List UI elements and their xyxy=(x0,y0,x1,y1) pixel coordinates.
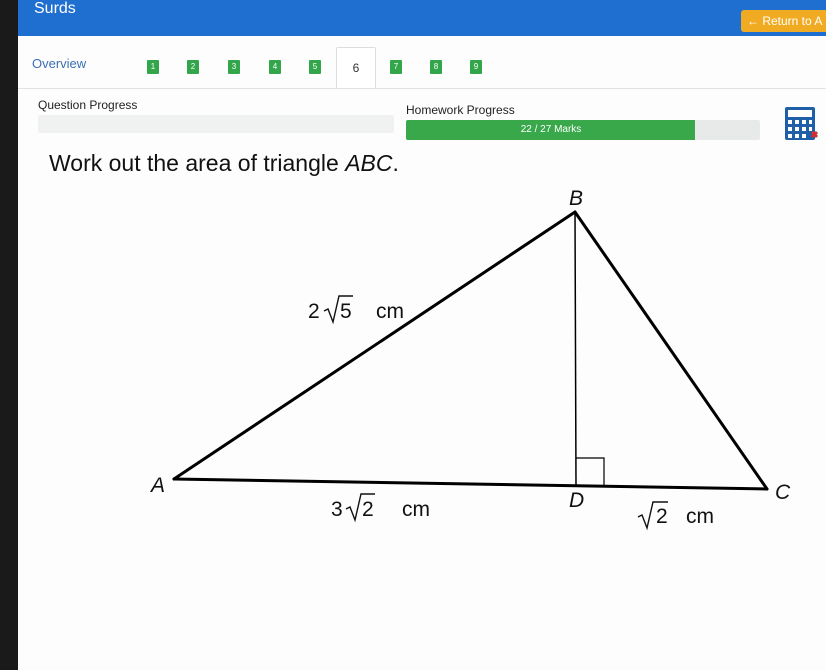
label-ad-radicand: 2 xyxy=(362,498,374,521)
label-ad: 3 2 cm xyxy=(331,493,430,523)
altitude-bd xyxy=(574,211,577,487)
side-ab xyxy=(172,210,577,481)
side-bc xyxy=(573,210,769,491)
side-ac xyxy=(172,477,769,491)
vertex-label-b: B xyxy=(569,187,583,210)
screen: Surds ← Return to A Overview 1 2 3 4 5 6… xyxy=(18,0,826,670)
label-ab-coefficient: 2 xyxy=(308,300,320,323)
triangle-diagram: A B C D 2 5 cm 3 2 cm 2 cm xyxy=(149,187,791,531)
right-angle-marker xyxy=(576,457,605,486)
label-dc-radicand: 2 xyxy=(656,505,668,528)
label-dc-unit: cm xyxy=(686,505,714,528)
label-ad-coefficient: 3 xyxy=(331,498,343,521)
vertex-label-a: A xyxy=(149,474,165,497)
label-dc: 2 cm xyxy=(637,501,714,531)
label-ab: 2 5 cm xyxy=(308,295,404,325)
label-ab-radicand: 5 xyxy=(340,300,352,323)
vertex-label-d: D xyxy=(569,489,584,512)
vertex-label-c: C xyxy=(775,481,791,504)
label-ad-unit: cm xyxy=(402,498,430,521)
label-ab-unit: cm xyxy=(376,300,404,323)
